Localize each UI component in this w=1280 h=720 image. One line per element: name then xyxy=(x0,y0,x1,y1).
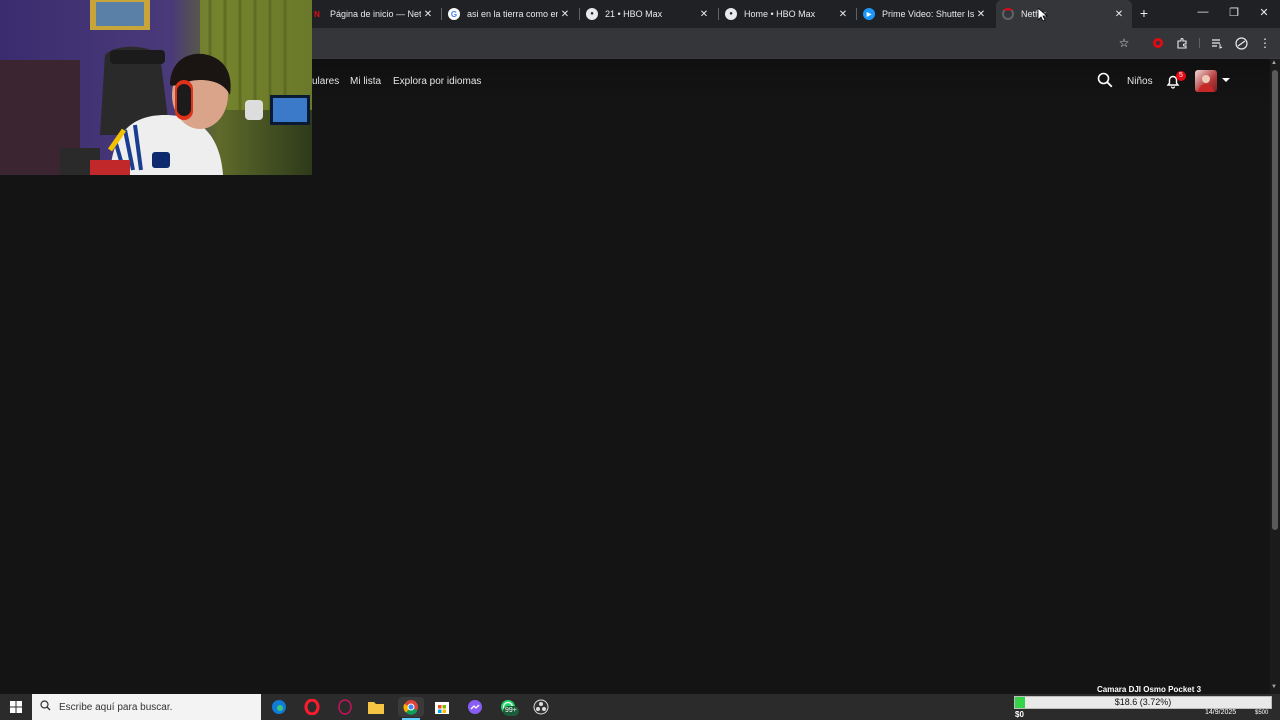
goal-progress-bar: $18.6 (3.72%) xyxy=(1014,696,1272,709)
window-close-button[interactable]: ✕ xyxy=(1256,6,1272,19)
edge-icon[interactable] xyxy=(269,697,289,717)
tab-prime-video[interactable]: ▶ Prime Video: Shutter Island ✕ xyxy=(857,0,994,28)
windows-start-button[interactable] xyxy=(0,694,32,720)
tab-hbo-home[interactable]: ● Home • HBO Max ✕ xyxy=(719,0,856,28)
new-tab-button[interactable]: + xyxy=(1136,5,1152,21)
overlay-goal-label: Camara DJI Osmo Pocket 3 xyxy=(1097,685,1202,694)
goal-min-label: $0 xyxy=(1015,710,1024,719)
bookmark-star-icon[interactable]: ☆ xyxy=(1116,35,1132,51)
search-icon xyxy=(40,700,51,714)
tab-netflix-active[interactable]: Netflix ✕ xyxy=(996,0,1132,28)
obs-icon[interactable] xyxy=(531,697,551,717)
chrome-icon[interactable] xyxy=(398,697,424,717)
microsoft-store-icon[interactable] xyxy=(432,697,452,717)
tab-google-search[interactable]: G asi en la tierra como en el ✕ xyxy=(442,0,578,28)
media-queue-icon[interactable] xyxy=(1209,35,1225,51)
close-icon[interactable]: ✕ xyxy=(1112,9,1126,20)
tab-title: Netflix xyxy=(1021,9,1047,19)
taskbar-search-box[interactable]: Escribe aquí para buscar. xyxy=(32,694,261,720)
extensions-puzzle-icon[interactable] xyxy=(1174,35,1190,51)
prime-video-icon: ▶ xyxy=(863,8,875,20)
tab-title: 21 • HBO Max xyxy=(605,9,663,19)
tab-netflix-home[interactable]: N Página de inicio — Netflix ✕ xyxy=(305,0,441,28)
close-icon[interactable]: ✕ xyxy=(558,9,572,20)
tab-title: asi en la tierra como en el xyxy=(467,9,558,19)
scroll-down-arrow-icon[interactable]: ▼ xyxy=(1271,684,1277,690)
scroll-up-arrow-icon[interactable]: ▲ xyxy=(1271,60,1277,66)
browser-menu-icon[interactable]: ⋮ xyxy=(1257,35,1273,51)
file-explorer-icon[interactable] xyxy=(366,697,386,717)
loading-spinner-icon xyxy=(1002,8,1014,20)
hbo-icon: ● xyxy=(725,8,737,20)
toolbar-separator xyxy=(1199,38,1200,48)
kids-link[interactable]: Niños xyxy=(1127,76,1153,87)
tab-title: Página de inicio — Netflix xyxy=(330,9,421,19)
taskbar-date: 14/9/2025 xyxy=(1205,709,1237,716)
close-icon[interactable]: ✕ xyxy=(697,9,711,20)
minimize-button[interactable]: — xyxy=(1195,6,1211,18)
opera-icon[interactable] xyxy=(302,697,322,717)
tab-title: Home • HBO Max xyxy=(744,9,816,19)
mouse-cursor-icon xyxy=(1037,7,1049,22)
nav-mi-lista-link[interactable]: Mi lista xyxy=(350,76,381,87)
webcam-overlay xyxy=(0,0,312,175)
profile-avatar[interactable] xyxy=(1195,70,1217,92)
opera-gx-icon[interactable] xyxy=(335,697,355,717)
goal-progress-text: $18.6 (3.72%) xyxy=(1114,697,1172,707)
opera-extension-icon[interactable] xyxy=(1150,35,1166,51)
goal-max-label: $500 xyxy=(1255,710,1269,716)
nav-explora-idiomas-link[interactable]: Explora por idiomas xyxy=(393,76,481,87)
tab-title: Prime Video: Shutter Island xyxy=(882,9,974,19)
taskbar-search-placeholder: Escribe aquí para buscar. xyxy=(59,701,173,713)
tab-hbo-21[interactable]: ● 21 • HBO Max ✕ xyxy=(580,0,717,28)
netflix-icon: N xyxy=(314,9,320,19)
whatsapp-badge: 99+ xyxy=(503,706,519,716)
search-icon[interactable] xyxy=(1097,72,1113,88)
close-icon[interactable]: ✕ xyxy=(836,9,850,20)
restore-button[interactable]: ❐ xyxy=(1226,6,1242,19)
close-icon[interactable]: ✕ xyxy=(421,9,435,20)
page-scrollbar-thumb[interactable] xyxy=(1272,70,1278,530)
messenger-icon[interactable] xyxy=(465,697,485,717)
hbo-icon: ● xyxy=(586,8,598,20)
notification-badge: 5 xyxy=(1176,71,1186,81)
nav-populares-link[interactable]: ulares xyxy=(312,76,339,87)
google-icon: G xyxy=(448,8,460,20)
close-icon[interactable]: ✕ xyxy=(974,9,988,20)
profile-icon[interactable] xyxy=(1233,35,1249,51)
profile-dropdown-caret-icon[interactable] xyxy=(1222,78,1230,82)
